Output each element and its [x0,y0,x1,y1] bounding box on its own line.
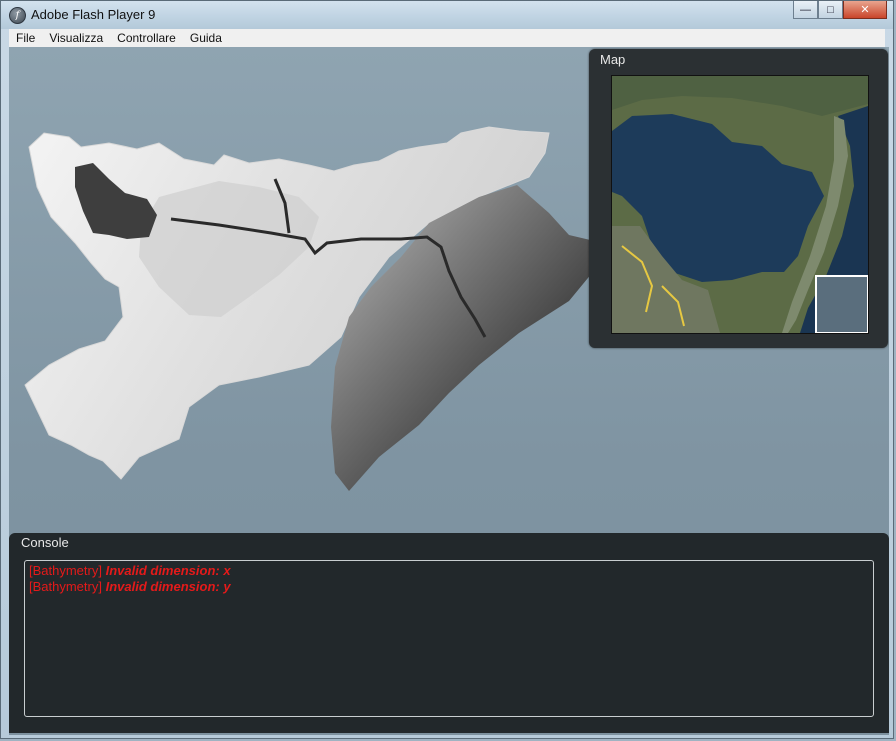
menu-file[interactable]: File [9,31,42,45]
minimize-button[interactable]: — [793,1,818,19]
flash-stage[interactable]: Map Console [Bathymetry] Invalid dimensi… [9,47,889,735]
close-button[interactable]: ✕ [843,1,887,19]
flash-player-icon: f [9,7,26,24]
console-panel: Console [Bathymetry] Invalid dimension: … [9,533,889,733]
map-panel: Map [589,49,888,348]
window-title: Adobe Flash Player 9 [31,7,156,22]
log-tag: [Bathymetry] [29,563,102,578]
menu-controllare[interactable]: Controllare [110,31,183,45]
title-bar[interactable]: f Adobe Flash Player 9 — □ ✕ [1,1,893,29]
console-output[interactable]: [Bathymetry] Invalid dimension: x [Bathy… [24,560,874,717]
log-line: [Bathymetry] Invalid dimension: x [29,563,869,579]
app-window: f Adobe Flash Player 9 — □ ✕ File Visual… [0,0,894,739]
map-inset-thumbnail [815,275,868,333]
console-title: Console [21,535,69,550]
log-tag: [Bathymetry] [29,579,102,594]
maximize-button[interactable]: □ [818,1,843,19]
satellite-map [612,76,868,333]
menu-bar: File Visualizza Controllare Guida [9,29,885,47]
window-controls: — □ ✕ [793,1,887,21]
map-view[interactable] [611,75,869,334]
map-panel-title: Map [600,52,626,67]
menu-guida[interactable]: Guida [183,31,229,45]
log-message: Invalid dimension: x [105,563,231,578]
log-message: Invalid dimension: y [105,579,231,594]
menu-visualizza[interactable]: Visualizza [42,31,110,45]
log-line: [Bathymetry] Invalid dimension: y [29,579,869,595]
